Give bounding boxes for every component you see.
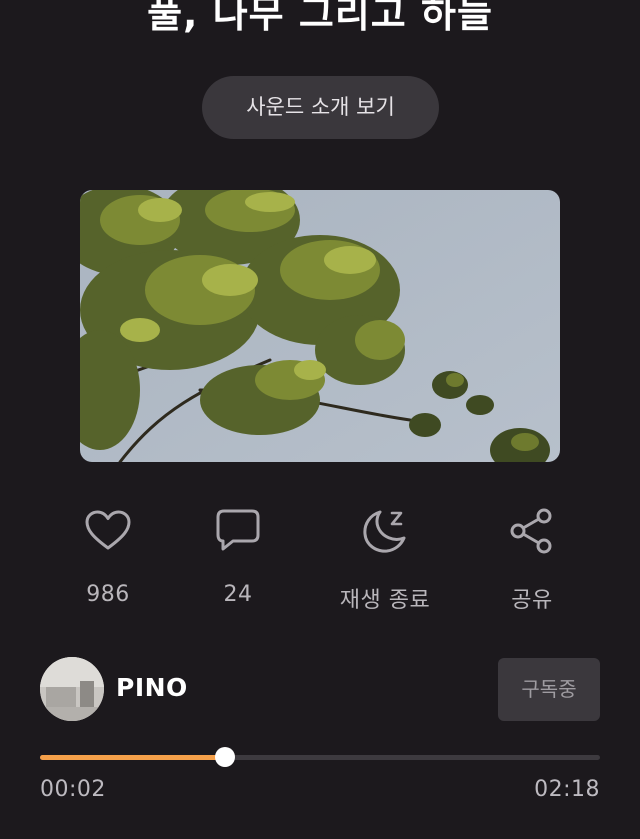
comment-icon (216, 509, 260, 551)
creator-name[interactable]: PINO (116, 673, 188, 702)
moon-sleep-icon (363, 510, 406, 553)
share-icon (510, 508, 552, 554)
comment-count: 24 (223, 582, 253, 607)
current-time: 00:02 (40, 777, 106, 802)
total-time: 02:18 (534, 777, 600, 802)
heart-icon (85, 510, 131, 550)
sleep-timer-action[interactable]: 재생 종료 (325, 500, 445, 614)
progress-track[interactable] (40, 747, 600, 767)
progress-thumb[interactable] (214, 747, 235, 767)
progress-fill (40, 755, 225, 760)
creator-avatar[interactable] (40, 657, 104, 721)
share-action[interactable]: 공유 (472, 500, 592, 614)
sound-title: 풀, 나무 그리고 하늘 (147, 0, 493, 36)
subscribe-button[interactable]: 구독중 (498, 658, 600, 721)
like-count: 986 (86, 582, 130, 607)
comment-action[interactable]: 24 (178, 500, 298, 607)
sound-intro-button[interactable]: 사운드 소개 보기 (202, 76, 439, 139)
share-label: 공유 (511, 588, 553, 613)
like-action[interactable]: 986 (48, 500, 168, 607)
sleep-timer-label: 재생 종료 (339, 588, 431, 613)
cover-image (80, 190, 560, 462)
sound-player-screen: 풀, 나무 그리고 하늘 사운드 소개 보기 986 24 재생 종료 공유 P… (0, 0, 640, 839)
